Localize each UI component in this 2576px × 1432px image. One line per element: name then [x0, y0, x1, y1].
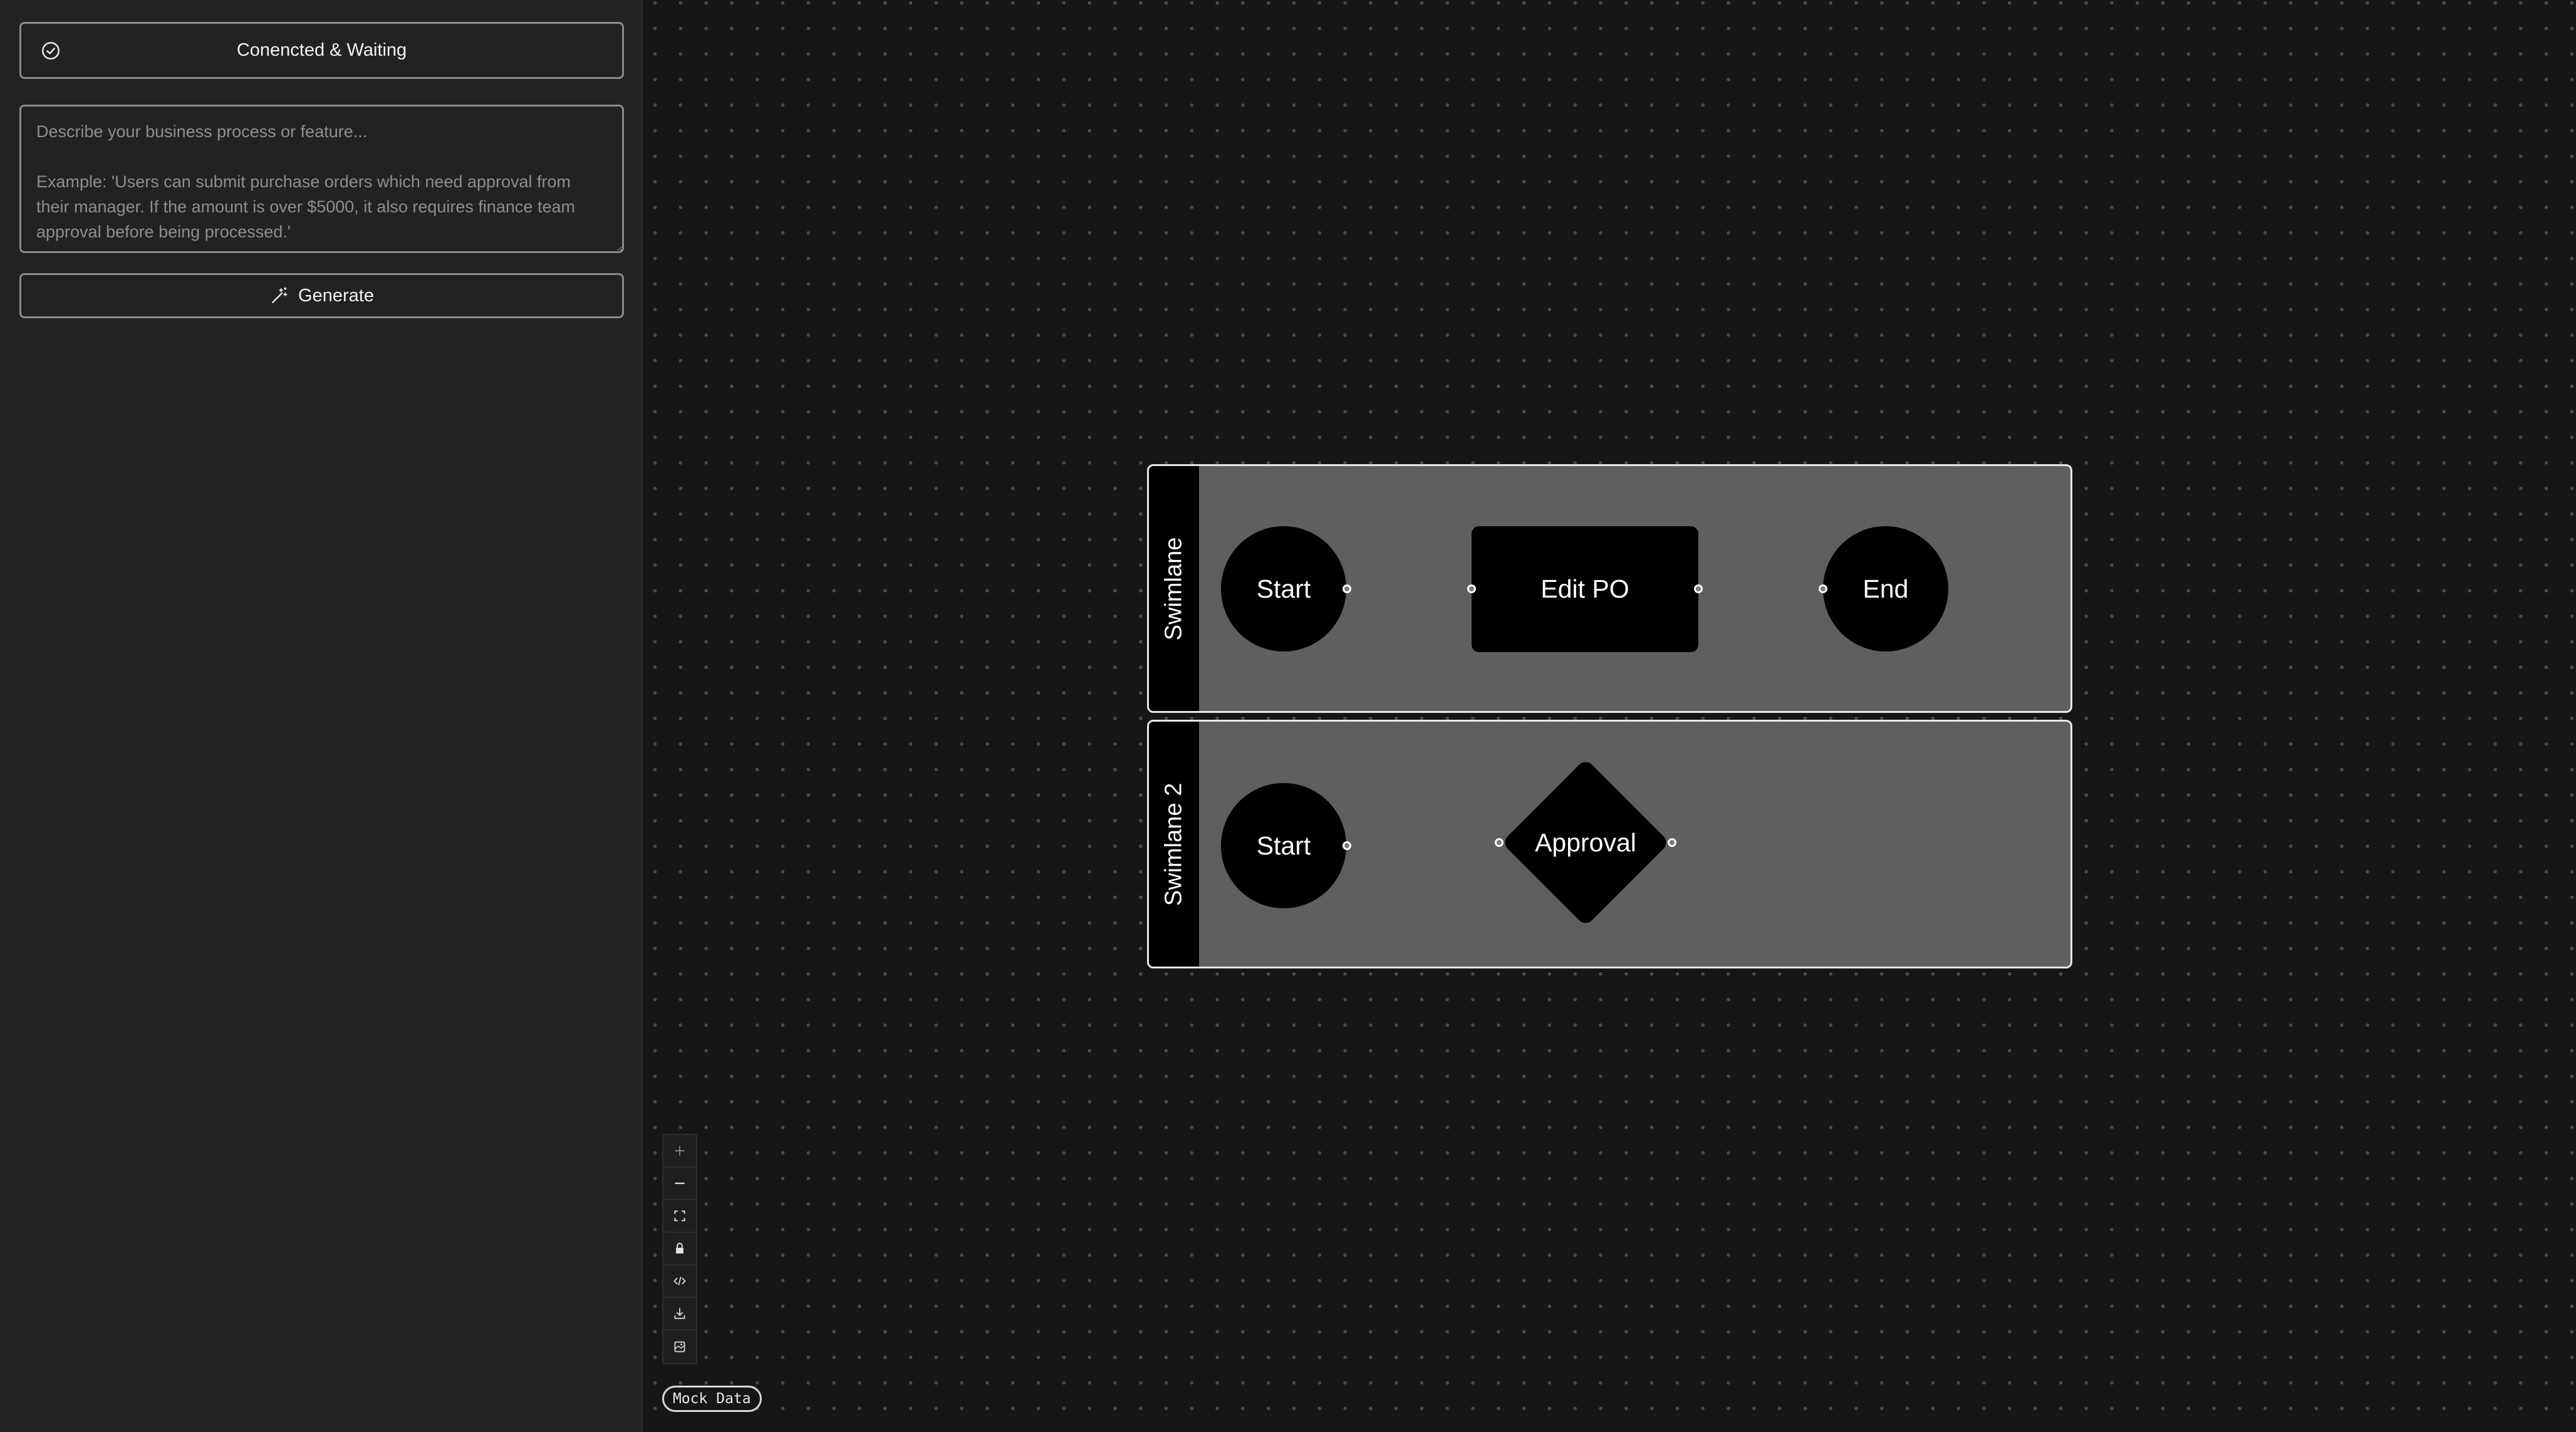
generate-button[interactable]: Generate — [19, 273, 624, 318]
flow-canvas[interactable] — [643, 0, 2576, 1432]
zoom-in-icon — [675, 1146, 685, 1156]
download-icon — [674, 1307, 685, 1319]
sidebar: Conencted & Waiting Generate — [0, 0, 643, 1432]
node-label: Approval — [1535, 828, 1636, 857]
download-button[interactable] — [663, 1298, 696, 1331]
app-root: Conencted & Waiting Generate Swimlane Sw… — [0, 0, 2576, 1432]
generate-button-label: Generate — [298, 285, 374, 306]
check-circle-icon — [41, 41, 60, 60]
node-handle[interactable] — [1668, 838, 1676, 847]
node-label: Edit PO — [1540, 574, 1629, 603]
node-start[interactable]: Start — [1221, 783, 1346, 908]
process-description-input[interactable] — [19, 105, 624, 253]
connection-status-label: Conencted & Waiting — [236, 40, 407, 60]
lock-icon — [676, 1242, 683, 1254]
canvas-controls — [662, 1134, 697, 1364]
image-export-button[interactable] — [663, 1331, 696, 1363]
code-icon — [673, 1277, 686, 1285]
node-handle[interactable] — [1343, 841, 1351, 850]
node-label: End — [1862, 574, 1909, 603]
node-label: Start — [1256, 831, 1311, 860]
image-export-icon — [674, 1341, 685, 1352]
zoom-out-icon — [675, 1182, 685, 1185]
swimlane-header: Swimlane — [1149, 466, 1199, 711]
zoom-in-button[interactable] — [663, 1135, 696, 1168]
fit-view-icon — [674, 1210, 685, 1222]
node-handle[interactable] — [1467, 584, 1476, 593]
mock-data-badge: Mock Data — [662, 1386, 762, 1412]
lock-button[interactable] — [663, 1233, 696, 1265]
swimlane-title: Swimlane — [1160, 537, 1187, 640]
fit-view-button[interactable] — [663, 1200, 696, 1233]
node-edit-po[interactable]: Edit PO — [1472, 526, 1698, 652]
node-end[interactable]: End — [1823, 526, 1948, 651]
swimlane-title: Swimlane 2 — [1160, 782, 1187, 906]
connection-status-button[interactable]: Conencted & Waiting — [19, 22, 624, 79]
node-handle[interactable] — [1694, 584, 1703, 593]
node-handle[interactable] — [1819, 584, 1827, 593]
node-approval[interactable]: Approval — [1501, 758, 1670, 927]
magic-wand-icon — [272, 287, 288, 303]
node-handle[interactable] — [1495, 838, 1504, 847]
node-start[interactable]: Start — [1221, 526, 1346, 651]
zoom-out-button[interactable] — [663, 1168, 696, 1200]
swimlane-header: Swimlane 2 — [1149, 722, 1199, 967]
node-handle[interactable] — [1343, 584, 1351, 593]
node-label: Start — [1256, 574, 1311, 603]
code-button[interactable] — [663, 1265, 696, 1298]
mock-data-label: Mock Data — [673, 1391, 751, 1407]
